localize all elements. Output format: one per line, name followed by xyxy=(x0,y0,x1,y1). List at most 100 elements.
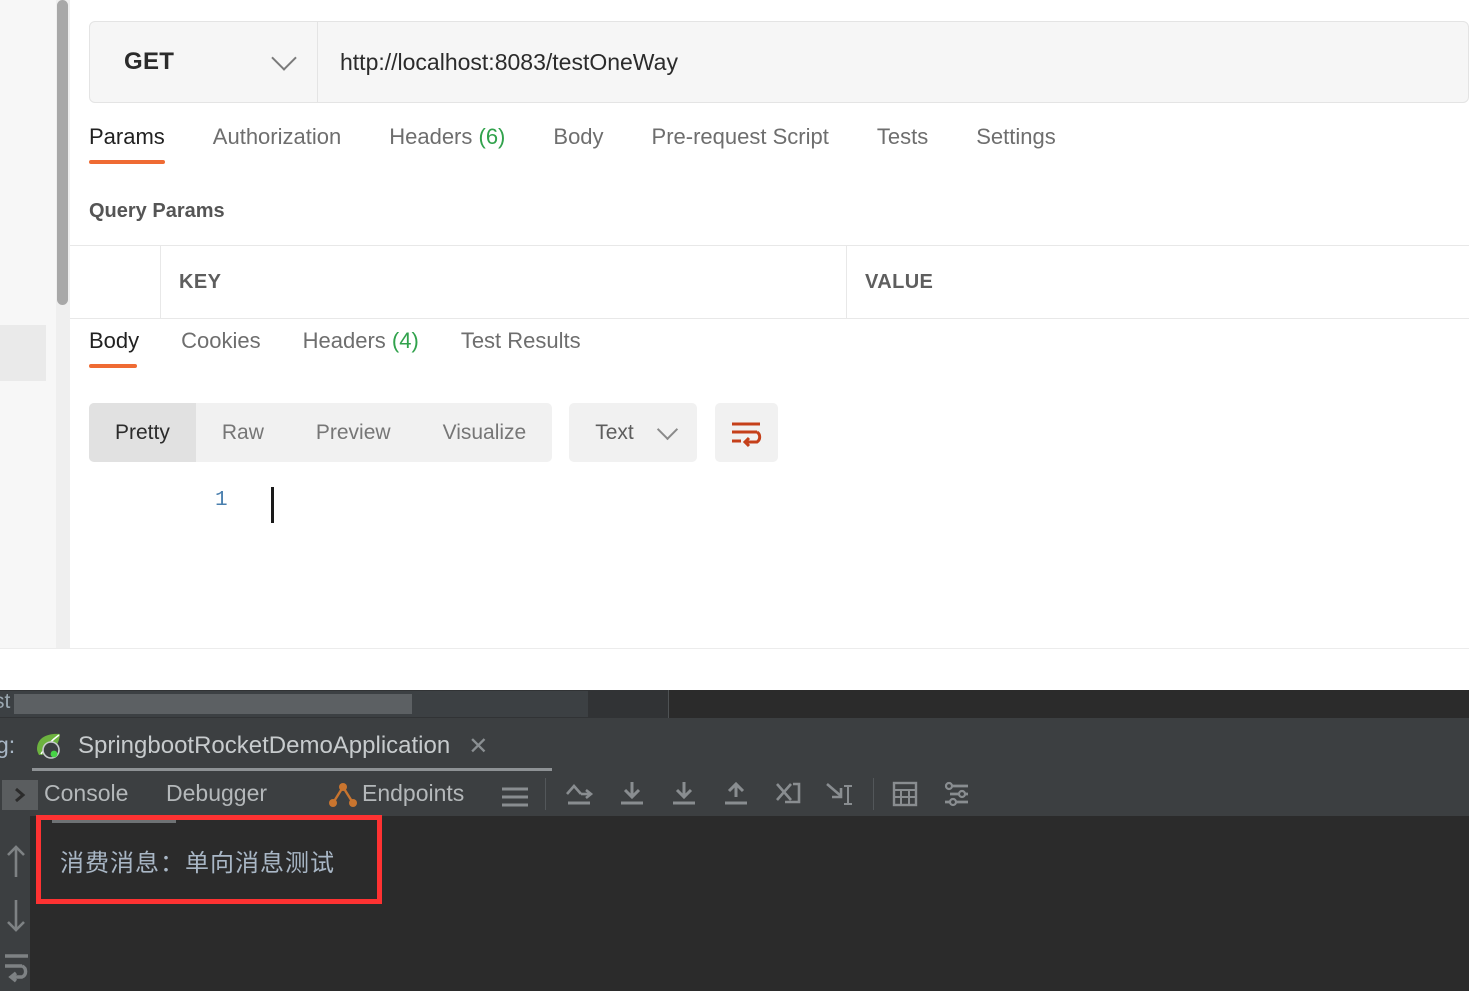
intellij-toolbar: Console Debugger Endpoints xyxy=(0,772,1469,816)
wrap-lines-icon xyxy=(729,418,763,448)
table-column-checkbox xyxy=(70,246,161,318)
evaluate-expression-icon xyxy=(888,780,922,808)
tab-settings[interactable]: Settings xyxy=(976,124,1056,164)
subtab-debugger[interactable]: Debugger xyxy=(166,780,267,807)
format-preview[interactable]: Preview xyxy=(290,403,417,462)
query-params-title: Query Params xyxy=(89,200,225,223)
arrow-down-icon xyxy=(4,896,28,936)
vertical-scrollbar-thumb[interactable] xyxy=(57,0,68,305)
table-header-value: VALUE xyxy=(865,271,933,294)
toolbar-divider-2 xyxy=(873,778,874,810)
request-tabs: Params Authorization Headers (6) Body Pr… xyxy=(89,124,1469,180)
tab-headers[interactable]: Headers (6) xyxy=(389,124,505,164)
postman-request-panel: GET http://localhost:8083/testOneWay Par… xyxy=(70,0,1469,648)
response-tab-body-label: Body xyxy=(89,328,139,353)
run-config-tab-underline xyxy=(32,768,552,771)
force-step-into-icon xyxy=(667,780,701,808)
close-icon[interactable]: ✕ xyxy=(468,732,488,761)
arrow-up-icon xyxy=(4,841,28,881)
evaluate-expression-button[interactable] xyxy=(888,780,922,808)
response-tab-body[interactable]: Body xyxy=(89,328,139,368)
format-visualize-label: Visualize xyxy=(443,421,527,445)
step-into-button[interactable] xyxy=(615,780,649,808)
step-over-icon xyxy=(562,780,596,808)
table-column-key: KEY xyxy=(161,246,847,318)
drop-frame-button[interactable] xyxy=(771,780,805,808)
content-type-select[interactable]: Text xyxy=(569,403,697,462)
chevron-down-icon xyxy=(657,418,678,439)
step-out-icon xyxy=(719,780,753,808)
tab-pre-request-script-label: Pre-request Script xyxy=(652,124,829,149)
request-url-row: GET http://localhost:8083/testOneWay xyxy=(89,21,1469,103)
toolbar-divider-1 xyxy=(545,778,546,810)
tab-pre-request-script[interactable]: Pre-request Script xyxy=(652,124,829,164)
response-tab-headers[interactable]: Headers (4) xyxy=(303,328,419,368)
run-config-tab[interactable]: SpringbootRocketDemoApplication ✕ xyxy=(32,722,552,770)
tab-params-label: Params xyxy=(89,124,165,149)
expand-right-icon xyxy=(10,785,30,805)
format-preview-label: Preview xyxy=(316,421,391,445)
step-into-icon xyxy=(615,780,649,808)
horizontal-scrollbar-thumb[interactable] xyxy=(14,694,412,714)
settings-list-icon xyxy=(940,780,974,808)
response-tab-cookies[interactable]: Cookies xyxy=(181,328,260,368)
postman-left-gutter xyxy=(0,0,56,648)
response-tab-cookies-label: Cookies xyxy=(181,328,260,353)
wrap-lines-button[interactable] xyxy=(715,403,778,462)
format-visualize[interactable]: Visualize xyxy=(417,403,553,462)
scroll-down-button[interactable] xyxy=(4,896,28,936)
force-step-into-button[interactable] xyxy=(667,780,701,808)
run-config-tab-label: SpringbootRocketDemoApplication xyxy=(78,732,450,760)
editor-line-number: 1 xyxy=(215,489,228,512)
table-column-value: VALUE xyxy=(847,246,1469,318)
format-raw[interactable]: Raw xyxy=(196,403,290,462)
tab-headers-label: Headers xyxy=(389,124,472,149)
chevron-down-icon xyxy=(271,45,296,70)
response-tab-test-results[interactable]: Test Results xyxy=(461,328,581,368)
http-method-label: GET xyxy=(124,48,174,76)
format-pretty-label: Pretty xyxy=(115,421,170,445)
postman-bottom-strip xyxy=(0,648,1469,691)
step-out-button[interactable] xyxy=(719,780,753,808)
response-body-editor[interactable]: 1 xyxy=(89,478,1469,628)
highlight-annotation-box xyxy=(36,815,382,904)
intellij-topbar: st xyxy=(0,690,1469,718)
response-tab-headers-label: Headers xyxy=(303,328,386,353)
subtab-endpoints[interactable]: Endpoints xyxy=(362,780,464,807)
scroll-up-button[interactable] xyxy=(4,841,28,881)
step-over-button[interactable] xyxy=(562,780,596,808)
settings-list-button[interactable] xyxy=(940,780,974,808)
edge-text-tab: g: xyxy=(0,732,15,759)
endpoints-icon xyxy=(328,782,358,808)
console-left-rail xyxy=(0,816,30,991)
query-params-table: KEY VALUE xyxy=(70,245,1469,319)
table-header-key: KEY xyxy=(179,271,221,294)
run-to-cursor-icon xyxy=(823,780,857,808)
http-method-select[interactable]: GET xyxy=(90,22,318,102)
topbar-right-area xyxy=(669,690,1469,718)
tab-body[interactable]: Body xyxy=(553,124,603,164)
response-tab-headers-count: (4) xyxy=(392,328,419,353)
tab-authorization[interactable]: Authorization xyxy=(213,124,341,164)
endpoints-icon-wrap xyxy=(328,782,358,808)
soft-wrap-icon xyxy=(4,951,30,985)
tab-tests-label: Tests xyxy=(877,124,928,149)
run-to-cursor-button[interactable] xyxy=(823,780,857,808)
tab-headers-count: (6) xyxy=(479,124,506,149)
expand-right-button[interactable] xyxy=(2,780,38,810)
intellij-tab-row: g: SpringbootRocketDemoApplication ✕ xyxy=(0,718,1469,772)
hamburger-menu-button[interactable] xyxy=(500,786,530,808)
tab-params[interactable]: Params xyxy=(89,124,165,164)
subtab-console[interactable]: Console xyxy=(44,780,128,807)
content-type-label: Text xyxy=(595,421,634,445)
edge-text-top: st xyxy=(0,690,10,714)
drop-frame-icon xyxy=(771,780,805,808)
format-raw-label: Raw xyxy=(222,421,264,445)
url-input[interactable]: http://localhost:8083/testOneWay xyxy=(318,22,1468,102)
format-pretty[interactable]: Pretty xyxy=(89,403,196,462)
tab-tests[interactable]: Tests xyxy=(877,124,928,164)
url-text: http://localhost:8083/testOneWay xyxy=(340,49,678,76)
tab-authorization-label: Authorization xyxy=(213,124,341,149)
response-tabs: Body Cookies Headers (4) Test Results xyxy=(89,328,1469,384)
soft-wrap-button[interactable] xyxy=(4,951,30,985)
